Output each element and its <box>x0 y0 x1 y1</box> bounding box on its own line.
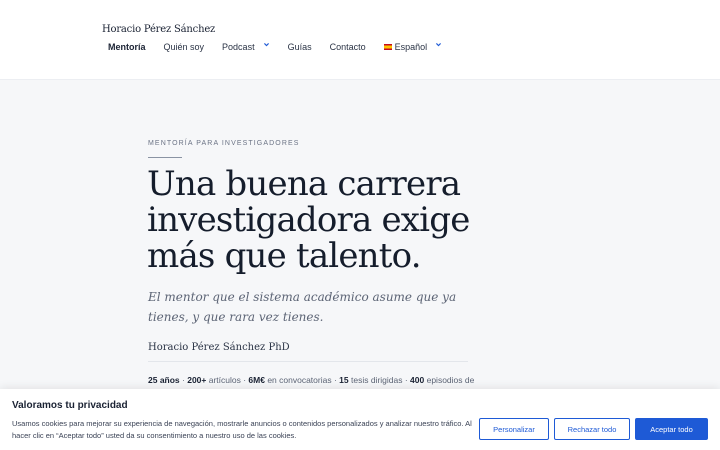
reject-all-button[interactable]: Rechazar todo <box>554 418 630 440</box>
stat-articles-label: artículos · <box>206 375 249 385</box>
site-title[interactable]: Horacio Pérez Sánchez <box>102 24 215 35</box>
stat-funding-label: en convocatorias · <box>264 375 340 385</box>
nav-label-guias: Guías <box>287 42 312 52</box>
hero-stats: 25 años · 200+ artículos · 6M€ en convoc… <box>148 375 474 385</box>
nav-item-guias[interactable]: Guías <box>288 42 312 52</box>
hero-headline: Una buena carrera investigadora exige má… <box>147 164 470 276</box>
nav-item-contacto[interactable]: Contacto <box>330 42 366 52</box>
spain-flag-icon <box>383 44 392 50</box>
hero-eyebrow: MENTORÍA PARA INVESTIGADORES <box>148 140 300 147</box>
chevron-down-icon[interactable] <box>435 41 442 48</box>
nav-label-contacto: Contacto <box>329 42 366 52</box>
stat-years: 25 años <box>148 375 180 385</box>
hero-author: Horacio Pérez Sánchez PhD <box>148 342 290 353</box>
stat-theses-label: tesis dirigidas · <box>348 375 411 385</box>
chevron-down-icon[interactable] <box>263 41 270 48</box>
nav-item-mentoria[interactable]: Mentoría <box>108 42 146 52</box>
stat-episodes-value: 400 <box>410 375 425 385</box>
language-switcher[interactable]: Español <box>383 41 443 52</box>
eyebrow-divider <box>148 157 182 158</box>
site-header: Horacio Pérez Sánchez Mentoría Quién soy… <box>0 0 720 80</box>
accept-all-button[interactable]: Aceptar todo <box>635 418 708 440</box>
cookie-title: Valoramos tu privacidad <box>12 400 128 411</box>
customize-button[interactable]: Personalizar <box>479 418 549 440</box>
nav-item-podcast[interactable]: Podcast <box>222 42 270 52</box>
stat-articles-value: 200+ <box>187 375 207 385</box>
nav-label-quien-soy: Quién soy <box>163 42 205 52</box>
cookie-text: Usamos cookies para mejorar su experienc… <box>12 419 472 440</box>
language-label: Español <box>394 42 428 52</box>
nav-label-mentoria: Mentoría <box>108 42 146 52</box>
cookie-banner: Valoramos tu privacidad Usamos cookies p… <box>0 389 720 450</box>
main-nav: Mentoría Quién soy Podcast Guías Contact… <box>108 42 460 52</box>
nav-label-podcast: Podcast <box>222 42 255 52</box>
stat-funding-value: 6M€ <box>248 375 265 385</box>
author-divider <box>148 361 468 362</box>
stat-theses-value: 15 <box>339 375 349 385</box>
nav-item-quien-soy[interactable]: Quién soy <box>164 42 205 52</box>
hero-subhead: El mentor que el sistema académico asume… <box>148 290 457 324</box>
stat-episodes-label: episodios de <box>424 375 475 385</box>
